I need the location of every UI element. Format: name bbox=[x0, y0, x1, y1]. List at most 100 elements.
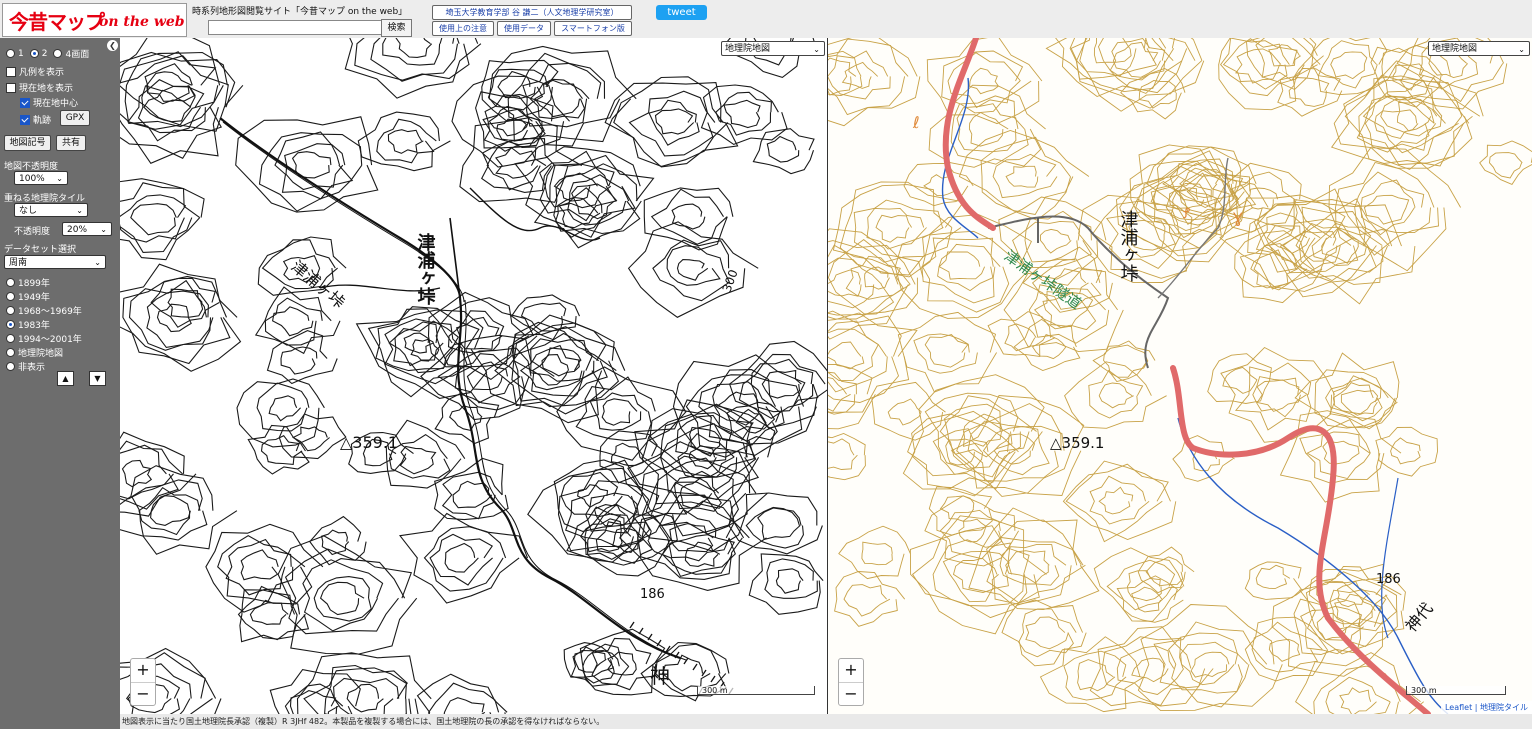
contour-line bbox=[1330, 78, 1470, 167]
panel-mode-2-label: 2 bbox=[41, 48, 48, 59]
panel-mode-1-radio[interactable] bbox=[6, 49, 15, 58]
contour-line bbox=[1131, 586, 1163, 613]
contour-line bbox=[447, 310, 505, 354]
chevron-down-icon: ⌄ bbox=[100, 225, 107, 234]
zoom-in-button[interactable]: + bbox=[131, 659, 155, 683]
contour-line bbox=[1025, 616, 1069, 650]
era-radio[interactable] bbox=[6, 362, 15, 371]
zoom-out-button[interactable]: − bbox=[131, 683, 155, 706]
era-radio[interactable] bbox=[6, 306, 15, 315]
overlay-tile-select[interactable]: なし ⌄ bbox=[14, 203, 88, 217]
chevron-down-icon: ⌄ bbox=[76, 206, 83, 215]
contour-line bbox=[1076, 38, 1205, 109]
era-label: 1968～1969年 bbox=[18, 307, 82, 317]
contour-line bbox=[1005, 165, 1039, 188]
contour-line bbox=[932, 539, 1025, 607]
chevron-down-icon: ⌄ bbox=[813, 45, 820, 54]
contour-line bbox=[1098, 38, 1183, 94]
old-map-kami-label: 神 bbox=[650, 664, 670, 688]
old-map-canvas[interactable]: 津浦ヶ垰 △359.1 300 186 神 津浦ヶ垰 bbox=[120, 38, 827, 714]
old-map-summit-label: △359.1 bbox=[340, 433, 398, 452]
data-used-link[interactable]: 使用データ bbox=[497, 21, 551, 36]
contour-line bbox=[239, 589, 310, 643]
center-location-label: 現在地中心 bbox=[33, 99, 79, 109]
era-label: 非表示 bbox=[18, 363, 46, 373]
center-location-checkbox[interactable] bbox=[20, 97, 30, 108]
contour-line bbox=[748, 553, 824, 615]
contour-line bbox=[1137, 546, 1195, 594]
contour-line bbox=[333, 677, 400, 714]
gpx-button[interactable]: GPX bbox=[60, 110, 90, 126]
usage-notes-link[interactable]: 使用上の注意 bbox=[432, 21, 494, 36]
panel-mode-2-radio[interactable] bbox=[29, 49, 39, 58]
contour-line bbox=[1325, 676, 1391, 714]
show-location-label: 現在地を表示 bbox=[19, 84, 74, 94]
contour-line bbox=[1039, 228, 1072, 254]
contour-line bbox=[459, 116, 583, 203]
map-opacity-select[interactable]: 100% ⌄ bbox=[14, 171, 68, 185]
map-opacity-value: 100% bbox=[19, 174, 45, 184]
contour-line bbox=[120, 51, 236, 164]
contour-line bbox=[1109, 38, 1166, 81]
contour-line bbox=[292, 426, 330, 452]
map-legend-button[interactable]: 地図記号 bbox=[4, 135, 51, 151]
panel-mode-4-radio[interactable] bbox=[53, 49, 63, 58]
zoom-in-button[interactable]: + bbox=[839, 659, 863, 683]
contour-line bbox=[1295, 652, 1424, 714]
contour-line bbox=[205, 523, 324, 613]
contour-line bbox=[1489, 152, 1523, 179]
zoom-out-button[interactable]: − bbox=[839, 683, 863, 706]
attribution[interactable]: Leaflet | 地理院タイル bbox=[1440, 701, 1532, 714]
era-up-button[interactable]: ▲ bbox=[57, 371, 74, 386]
contour-line bbox=[124, 51, 228, 128]
old-map-pane[interactable]: 津浦ヶ垰 △359.1 300 186 神 津浦ヶ垰 地理院地図 ⌄ + − 3… bbox=[120, 38, 827, 714]
contour-line bbox=[1255, 564, 1291, 590]
contour-line bbox=[558, 196, 601, 229]
tweet-button[interactable]: tweet bbox=[656, 5, 707, 20]
contour-line bbox=[969, 67, 1000, 95]
show-legend-checkbox[interactable] bbox=[6, 66, 16, 77]
contour-line bbox=[828, 433, 866, 481]
contour-line bbox=[507, 52, 621, 147]
author-link[interactable]: 埼玉大学教育学部 谷 謙二（人文地理学研究室） bbox=[432, 5, 632, 20]
show-location-checkbox[interactable] bbox=[6, 82, 16, 93]
contour-line bbox=[604, 82, 739, 168]
contour-line bbox=[1244, 561, 1303, 600]
contour-line bbox=[309, 515, 367, 566]
era-down-button[interactable]: ▼ bbox=[89, 371, 106, 386]
triangle-up-icon: ▲ bbox=[62, 374, 69, 383]
rail-tick bbox=[683, 657, 689, 665]
overlay-opacity-select[interactable]: 20% ⌄ bbox=[62, 222, 112, 236]
contour-line bbox=[757, 507, 802, 541]
gsi-map-canvas[interactable]: ℓ Ꝭ Ɣ 津浦ヶ垰 津浦ヶ垰隧道 △359.1 186 神代 bbox=[828, 38, 1532, 714]
contour-line bbox=[1039, 636, 1145, 713]
share-button[interactable]: 共有 bbox=[56, 135, 86, 151]
era-radio[interactable] bbox=[6, 348, 15, 357]
gsi-map-river bbox=[1177, 417, 1449, 714]
contour-line bbox=[1031, 334, 1067, 360]
era-radio[interactable] bbox=[6, 292, 15, 301]
contour-line bbox=[395, 38, 433, 58]
contour-line bbox=[121, 459, 153, 488]
era-radio[interactable] bbox=[6, 278, 15, 287]
contour-line bbox=[382, 38, 443, 66]
era-radio[interactable] bbox=[6, 320, 15, 329]
contour-line bbox=[684, 541, 721, 567]
dataset-select[interactable]: 周南 ⌄ bbox=[4, 255, 106, 269]
search-input[interactable] bbox=[208, 20, 382, 35]
smartphone-link[interactable]: スマートフォン版 bbox=[554, 21, 632, 36]
left-layer-select[interactable]: 地理院地図 ⌄ bbox=[721, 41, 825, 56]
contour-line bbox=[1306, 431, 1371, 480]
contour-line bbox=[1004, 323, 1037, 352]
chevron-left-icon[interactable]: ❮ bbox=[107, 40, 118, 51]
era-radio[interactable] bbox=[6, 334, 15, 343]
site-logo[interactable]: 今昔マップ on the web bbox=[2, 3, 187, 37]
right-layer-select[interactable]: 地理院地図 ⌄ bbox=[1428, 41, 1530, 56]
search-button[interactable]: 検索 bbox=[381, 19, 412, 37]
gsi-map-pane[interactable]: ℓ Ꝭ Ɣ 津浦ヶ垰 津浦ヶ垰隧道 △359.1 186 神代 地理院地図 ⌄ … bbox=[828, 38, 1532, 714]
contour-line bbox=[828, 328, 879, 382]
old-map-contours bbox=[120, 38, 827, 714]
contour-line bbox=[441, 471, 503, 520]
contour-line bbox=[530, 338, 600, 382]
track-checkbox[interactable] bbox=[20, 114, 30, 125]
